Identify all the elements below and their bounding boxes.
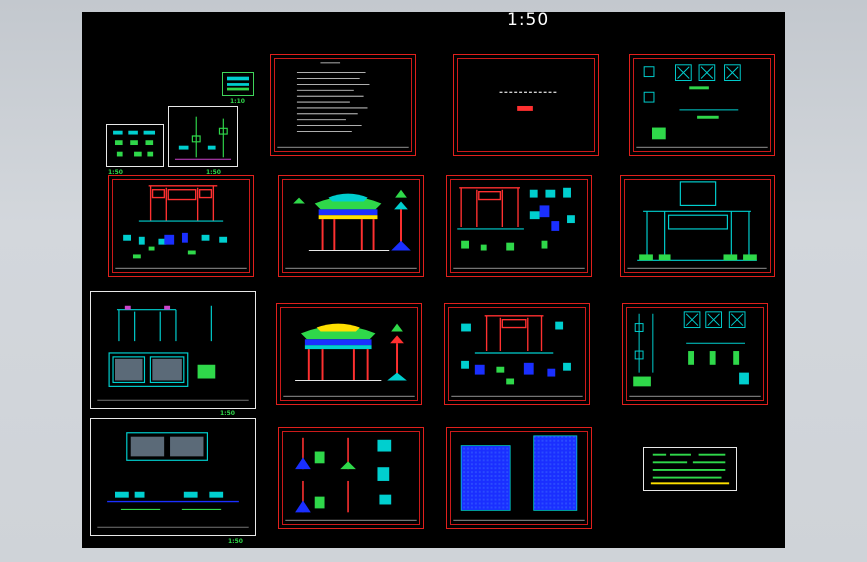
mini-sheet-1[interactable]	[222, 72, 254, 96]
sheet-frame-details-2[interactable]	[444, 303, 590, 405]
sheet-cover[interactable]	[453, 54, 599, 156]
cad-drawing-canvas[interactable]: 1:50 1:10 1:50 1:50 1:50 1:50	[82, 12, 785, 548]
scale-label-a: 1:10	[230, 98, 245, 105]
scale-label-e: 1:50	[228, 538, 243, 545]
sheet-structure[interactable]	[620, 175, 775, 277]
mini-sheet-3[interactable]	[168, 106, 238, 167]
sheet-foundation[interactable]	[90, 291, 256, 409]
sheet-base-plan[interactable]	[90, 418, 256, 536]
sheet-paifang-elevation[interactable]	[278, 175, 424, 277]
sheet-details-top[interactable]	[629, 54, 775, 156]
sheet-general-notes[interactable]	[270, 54, 416, 156]
sheet-info-block[interactable]	[643, 447, 737, 491]
sheet-paifang-section[interactable]	[446, 175, 592, 277]
sheet-pavement[interactable]	[446, 427, 592, 529]
scale-label-d: 1:50	[220, 410, 235, 417]
sheet-paifang-plan[interactable]	[108, 175, 254, 277]
sheet-column-details[interactable]	[278, 427, 424, 529]
sheet-structure-2[interactable]	[622, 303, 768, 405]
mini-sheet-2[interactable]	[106, 124, 164, 167]
sheet-paifang-elevation-2[interactable]	[276, 303, 422, 405]
drawing-scale-title: 1:50	[507, 12, 550, 30]
